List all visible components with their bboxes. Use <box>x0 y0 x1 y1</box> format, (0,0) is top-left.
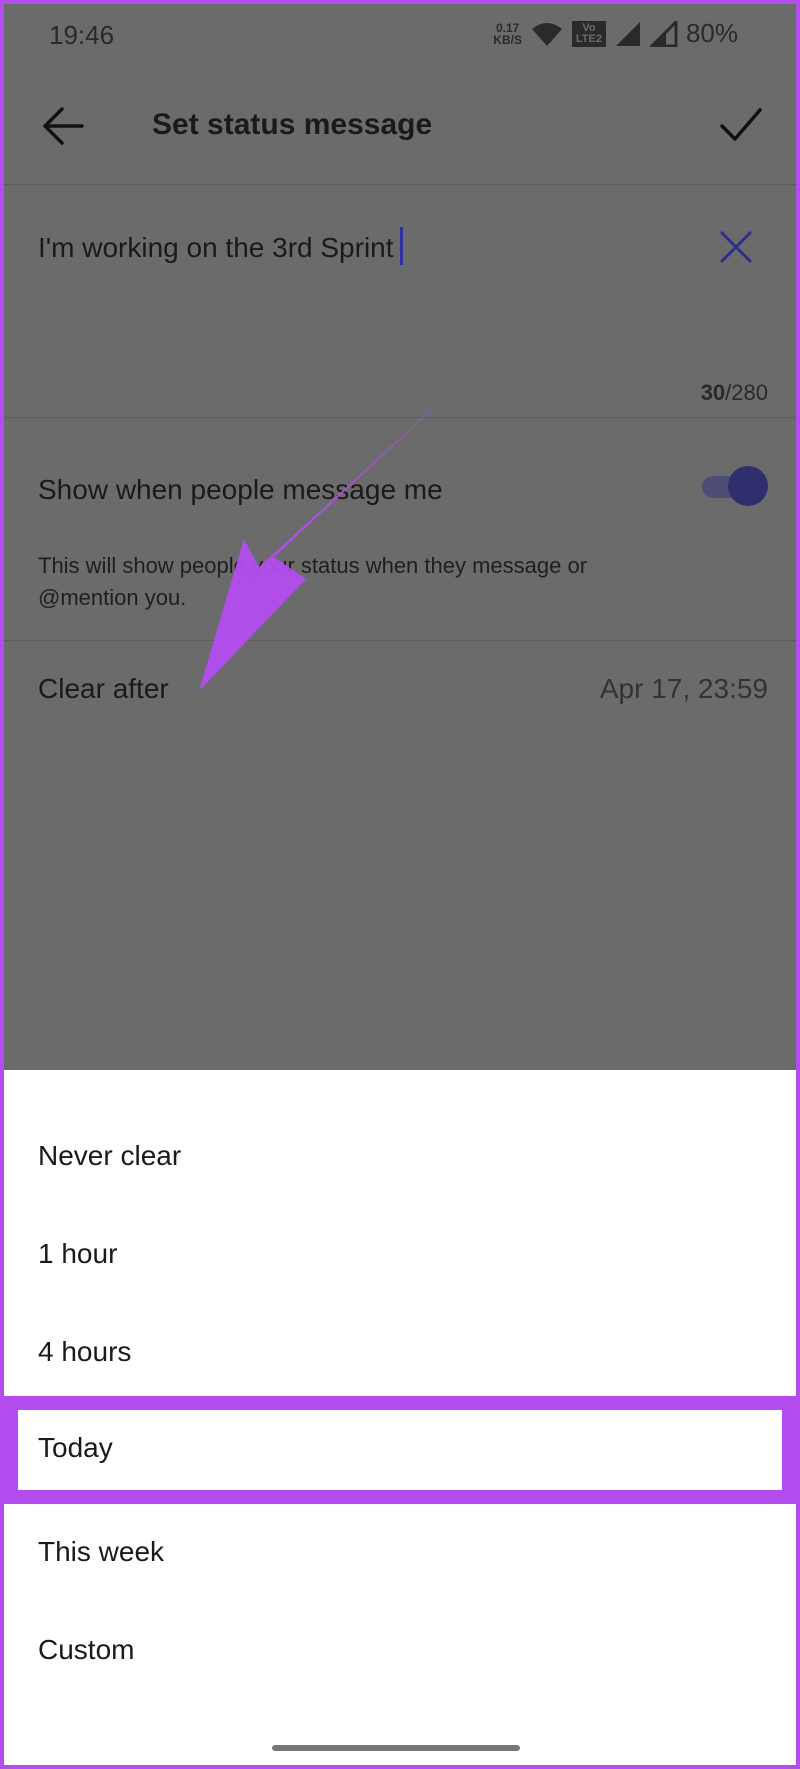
signal-icon <box>615 21 640 46</box>
option-this-week[interactable]: This week <box>4 1506 796 1604</box>
checkmark-icon[interactable] <box>718 102 764 148</box>
character-counter: 30/280 <box>700 380 768 405</box>
option-today[interactable]: Today <box>18 1410 782 1490</box>
clear-after-value: Apr 17, 23:59 <box>599 673 768 704</box>
clock: 19:46 <box>49 20 115 50</box>
clear-after-options-sheet: Never clear 1 hour 4 hours Today This we… <box>4 1070 796 1765</box>
battery-level: 80% <box>685 18 738 48</box>
option-1-hour[interactable]: 1 hour <box>4 1208 796 1306</box>
volte-icon: Vo LTE2 <box>571 20 606 47</box>
wifi-icon <box>531 22 562 46</box>
show-when-messaged-toggle[interactable] <box>700 466 768 506</box>
network-speed: 0.17 KB/S <box>493 20 522 47</box>
page-title: Set status message <box>152 108 433 141</box>
back-arrow-icon[interactable] <box>42 106 84 146</box>
clear-after-label: Clear after <box>38 673 169 704</box>
screen: 19:46 0.17 KB/S Vo LTE2 80% Set status m… <box>4 4 796 1765</box>
toggle-thumb <box>728 466 768 506</box>
annotation-arrow-icon <box>199 391 452 689</box>
signal-icon <box>649 20 678 47</box>
option-4-hours[interactable]: 4 hours <box>4 1306 796 1404</box>
status-bar: 19:46 0.17 KB/S Vo LTE2 80% <box>4 4 796 66</box>
text-cursor <box>399 227 403 265</box>
highlight-frame: Today <box>4 1396 796 1504</box>
status-message-input[interactable]: I'm working on the 3rd Sprint <box>38 227 403 265</box>
app-bar: Set status message <box>4 66 796 185</box>
status-icons: 0.17 KB/S Vo LTE2 80% <box>493 18 738 49</box>
option-never-clear[interactable]: Never clear <box>4 1110 796 1208</box>
close-icon[interactable] <box>716 227 756 267</box>
status-message-field[interactable]: I'm working on the 3rd Sprint 30/280 <box>4 185 796 418</box>
option-custom[interactable]: Custom <box>4 1604 796 1702</box>
home-indicator[interactable] <box>272 1745 520 1751</box>
status-message-screen: 19:46 0.17 KB/S Vo LTE2 80% Set status m… <box>4 4 796 1070</box>
